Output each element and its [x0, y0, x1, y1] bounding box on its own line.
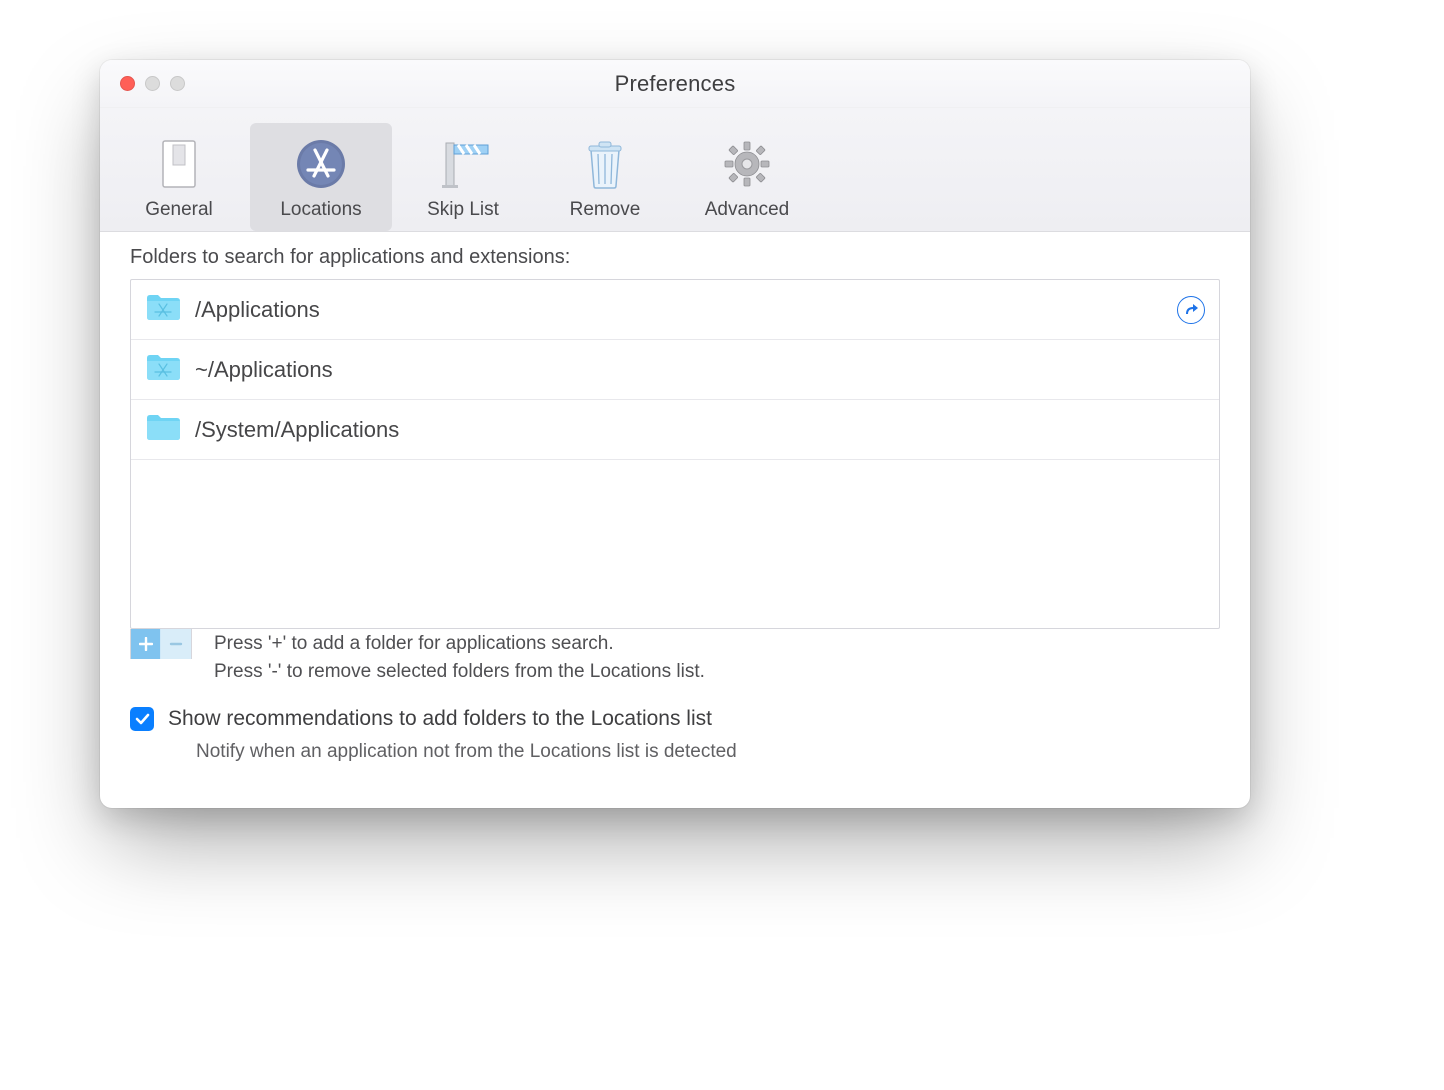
tab-label: General [145, 199, 213, 221]
tab-label: Locations [280, 199, 361, 221]
preferences-toolbar: General Locations [100, 108, 1250, 232]
barrier-icon [436, 137, 490, 191]
app-store-icon [295, 137, 347, 191]
recommendations-checkbox[interactable] [130, 707, 154, 731]
hint-text: Press '+' to add a folder for applicatio… [214, 633, 705, 683]
recommendations-option: Show recommendations to add folders to t… [130, 707, 1220, 731]
recommendations-description: Notify when an application not from the … [196, 741, 1220, 763]
section-label: Folders to search for applications and e… [130, 246, 1220, 269]
add-remove-control [130, 629, 192, 659]
titlebar: Preferences [100, 60, 1250, 108]
tab-label: Advanced [705, 199, 790, 221]
list-item[interactable]: /System/Applications [131, 400, 1219, 460]
add-folder-button[interactable] [131, 629, 161, 659]
folder-icon [145, 292, 181, 327]
list-item[interactable]: ~/Applications [131, 340, 1219, 400]
switch-icon [159, 137, 199, 191]
remove-folder-button[interactable] [161, 629, 191, 659]
list-controls: Press '+' to add a folder for applicatio… [130, 629, 1220, 683]
tab-advanced[interactable]: Advanced [676, 123, 818, 231]
recommendations-label[interactable]: Show recommendations to add folders to t… [168, 707, 712, 731]
reveal-in-finder-button[interactable] [1177, 296, 1205, 324]
window-controls [120, 76, 185, 91]
list-item[interactable]: /Applications [131, 280, 1219, 340]
preferences-window: Preferences General [100, 60, 1250, 808]
locations-list[interactable]: /Applications ~/Applications [130, 279, 1220, 629]
tab-skip-list[interactable]: Skip List [392, 123, 534, 231]
tab-remove[interactable]: Remove [534, 123, 676, 231]
folder-icon [145, 352, 181, 387]
zoom-window-button[interactable] [170, 76, 185, 91]
tab-label: Skip List [427, 199, 499, 221]
gear-icon [722, 137, 772, 191]
folder-path: /Applications [195, 297, 320, 323]
tab-general[interactable]: General [108, 123, 250, 231]
folder-path: /System/Applications [195, 417, 399, 443]
locations-pane: Folders to search for applications and e… [100, 232, 1250, 785]
folder-path: ~/Applications [195, 357, 333, 383]
folder-icon [145, 412, 181, 447]
hint-add: Press '+' to add a folder for applicatio… [214, 633, 705, 655]
minimize-window-button[interactable] [145, 76, 160, 91]
hint-remove: Press '-' to remove selected folders fro… [214, 661, 705, 683]
tab-locations[interactable]: Locations [250, 123, 392, 231]
window-title: Preferences [615, 71, 736, 97]
tab-label: Remove [570, 199, 641, 221]
trash-icon [583, 137, 627, 191]
close-window-button[interactable] [120, 76, 135, 91]
